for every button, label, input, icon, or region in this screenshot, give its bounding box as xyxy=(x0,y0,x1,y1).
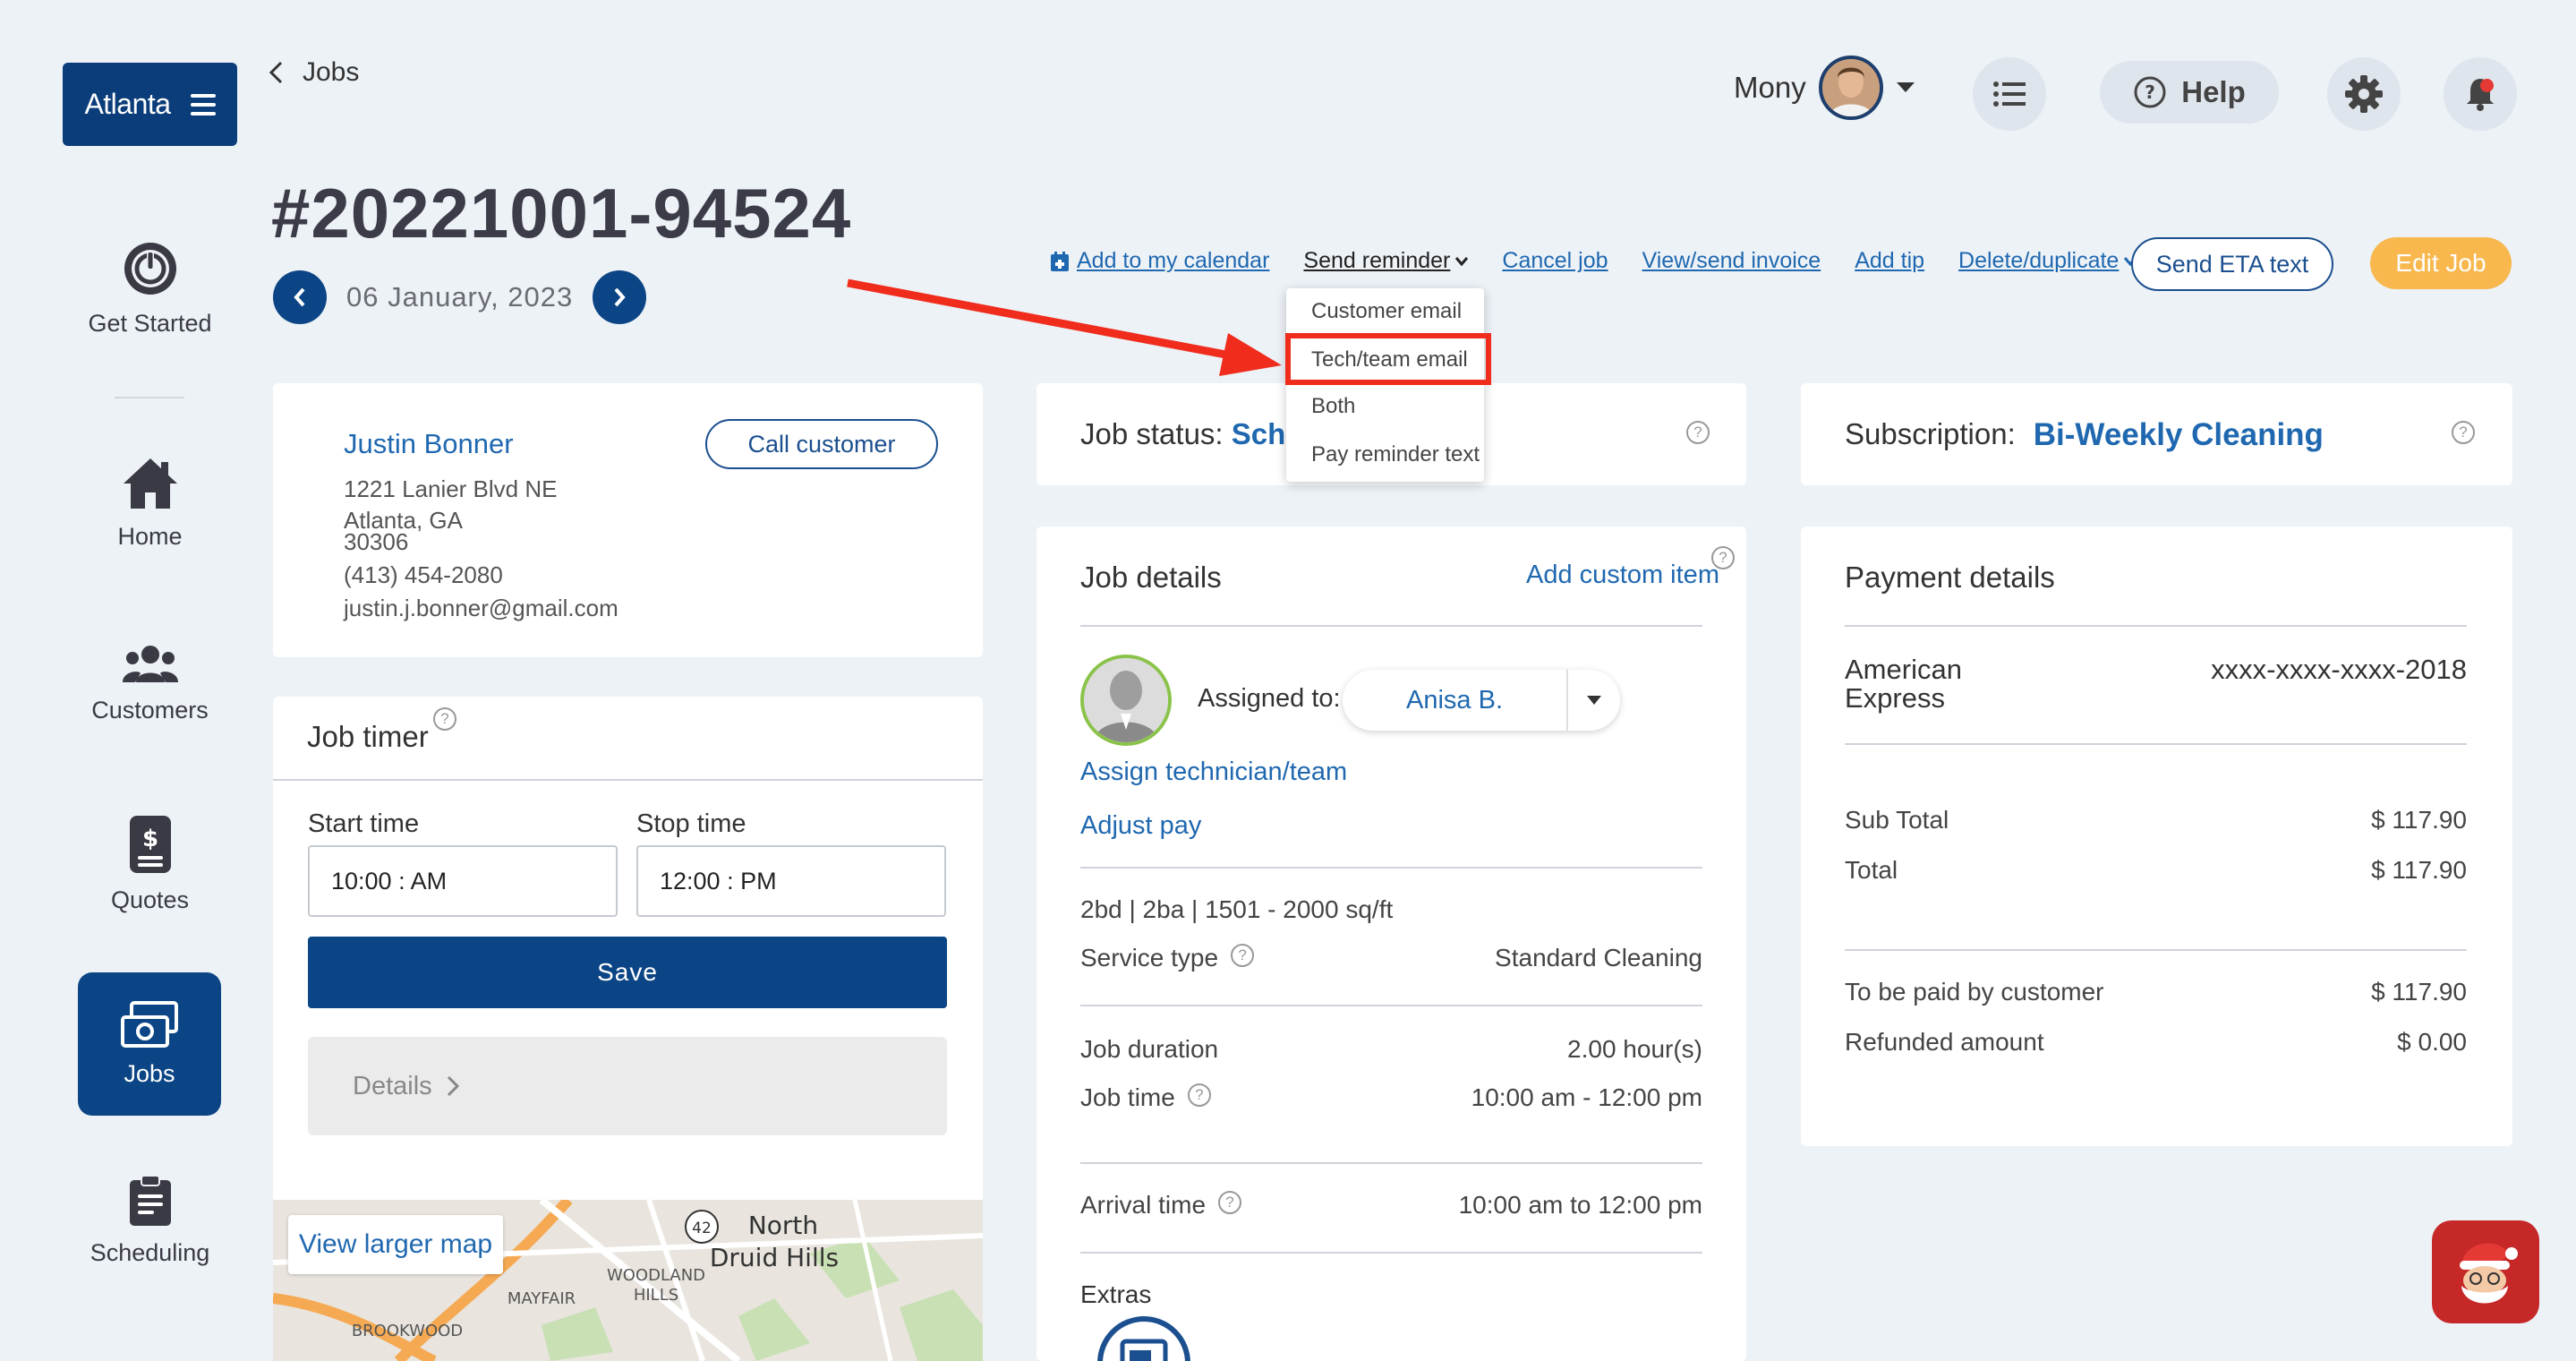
annotation-arrow xyxy=(847,278,1282,376)
santa-icon xyxy=(2460,1243,2518,1303)
chat-widget-button[interactable] xyxy=(2432,1220,2539,1323)
